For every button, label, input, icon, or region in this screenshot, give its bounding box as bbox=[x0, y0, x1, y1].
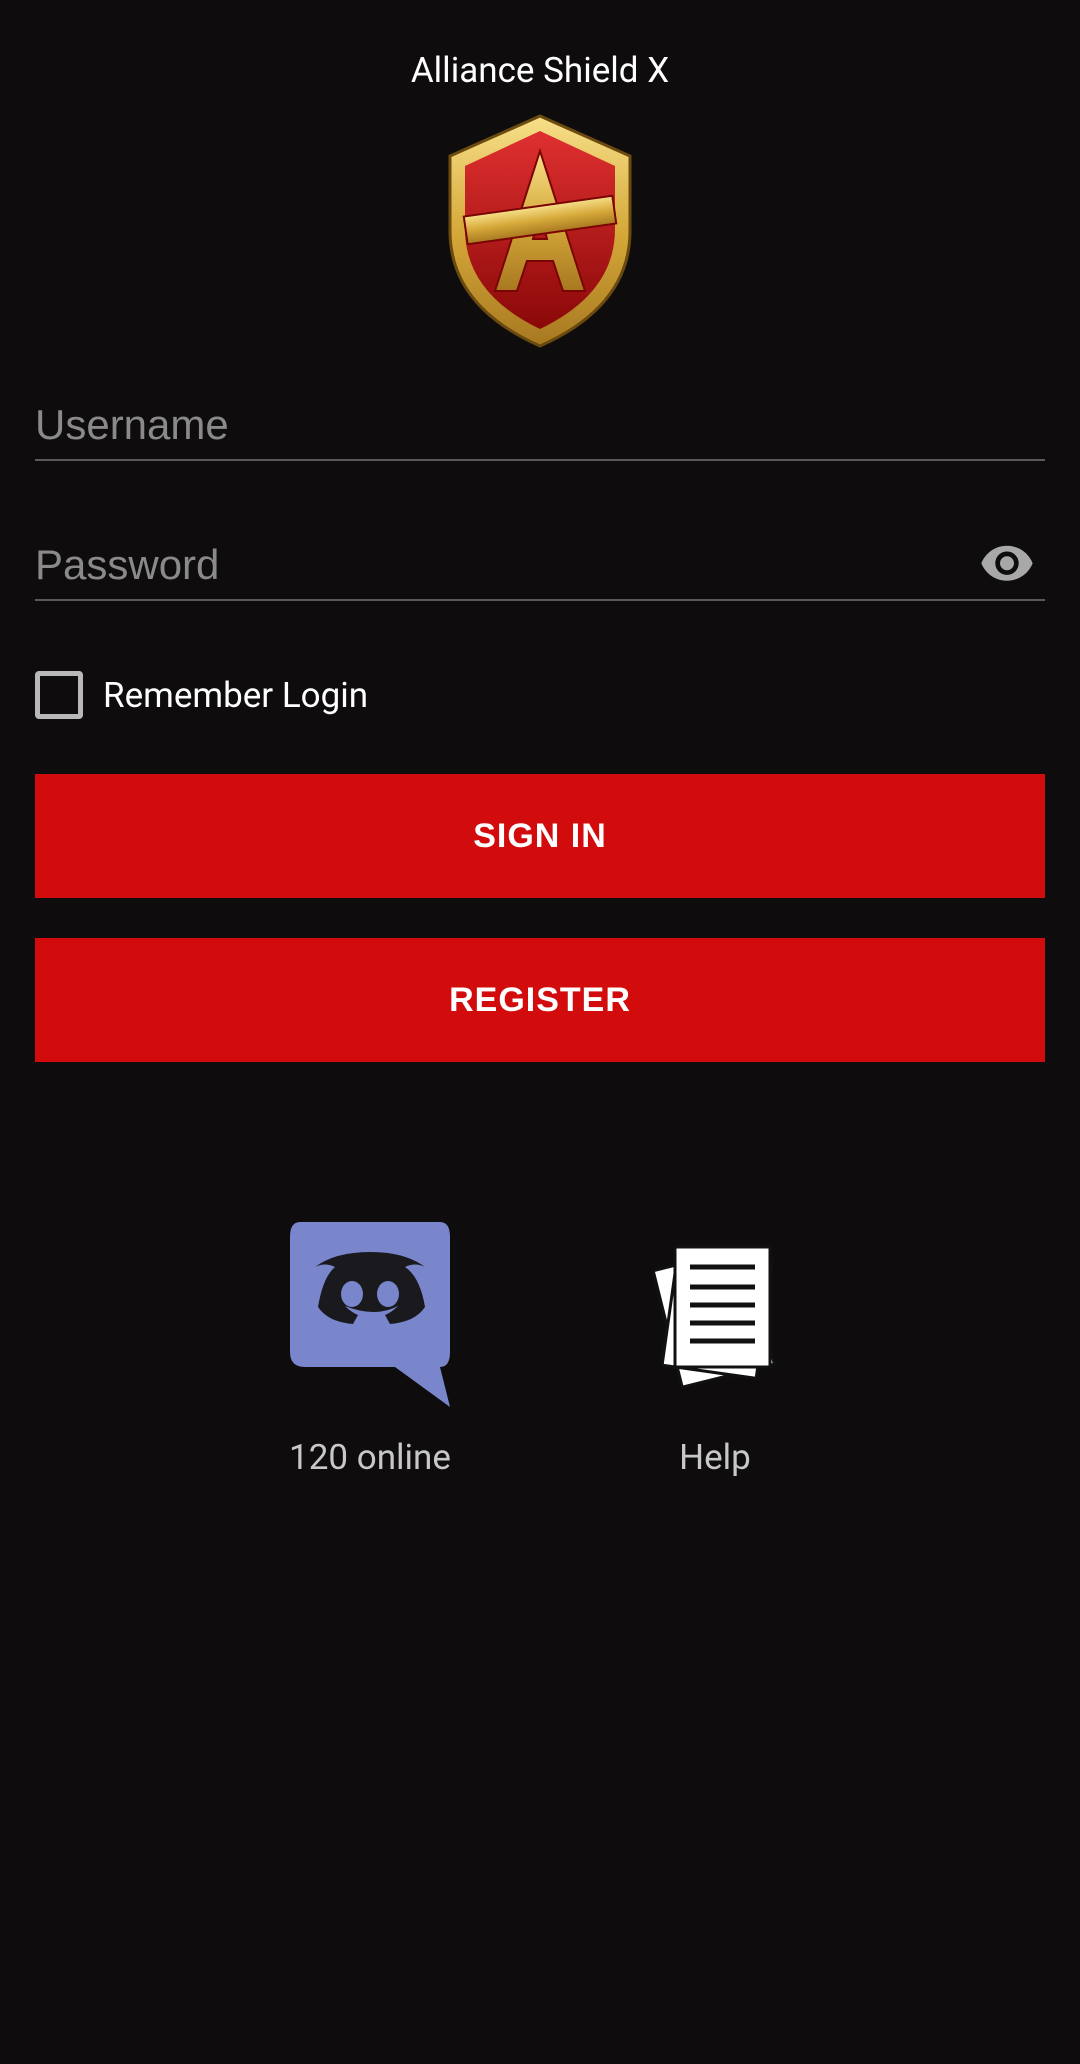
help-label: Help bbox=[679, 1437, 751, 1478]
remember-login-label: Remember Login bbox=[103, 675, 368, 716]
discord-link[interactable]: 120 online bbox=[280, 1212, 460, 1478]
discord-icon bbox=[280, 1212, 460, 1412]
sign-in-button[interactable]: SIGN IN bbox=[35, 774, 1045, 898]
app-logo-shield-icon bbox=[435, 111, 645, 351]
username-input[interactable] bbox=[35, 391, 1045, 461]
app-title: Alliance Shield X bbox=[411, 50, 669, 91]
footer-links: 120 online Help bbox=[35, 1212, 1045, 1478]
register-button[interactable]: REGISTER bbox=[35, 938, 1045, 1062]
password-input[interactable] bbox=[35, 531, 1045, 601]
show-password-eye-icon[interactable] bbox=[979, 535, 1035, 591]
discord-online-count: 120 online bbox=[289, 1437, 451, 1478]
remember-login-checkbox[interactable] bbox=[35, 671, 83, 719]
password-row bbox=[35, 531, 1045, 601]
help-link[interactable]: Help bbox=[630, 1212, 800, 1478]
login-screen: Alliance Shield X Remember Login bbox=[0, 0, 1080, 1478]
help-documents-icon bbox=[630, 1227, 800, 1397]
remember-login-row: Remember Login bbox=[35, 671, 1045, 719]
username-row bbox=[35, 391, 1045, 461]
